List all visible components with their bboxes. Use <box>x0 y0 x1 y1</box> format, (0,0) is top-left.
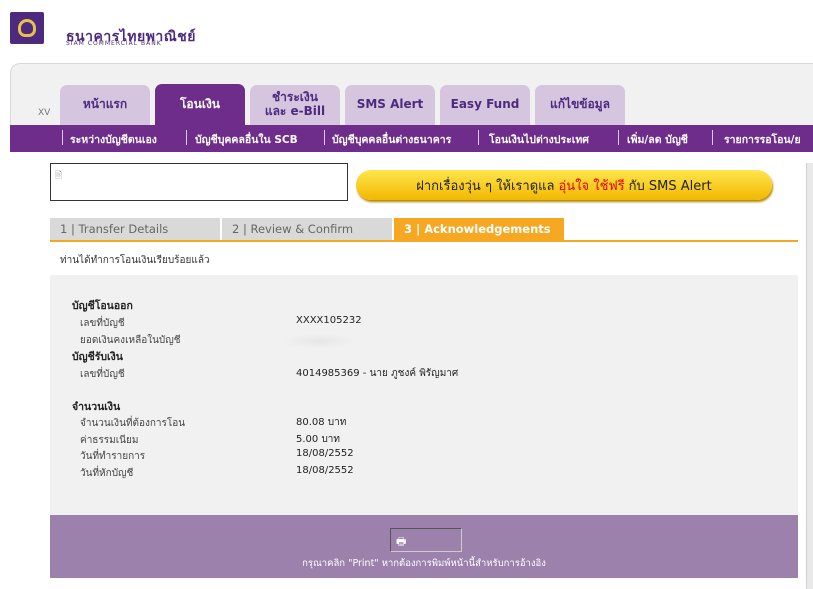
to-account-title: บัญชีรับเงิน <box>72 351 123 363</box>
subnav-international[interactable]: โอนเงินไปต่างประเทศ <box>489 131 589 148</box>
print-icon: 🖶 <box>396 535 407 548</box>
promo-text-end: กับ SMS Alert <box>628 178 712 194</box>
scrollbar[interactable] <box>806 163 813 589</box>
success-message: ท่านได้ทำการโอนเงินเรียบร้อยแล้ว <box>60 255 210 266</box>
subnav-divider <box>618 130 619 145</box>
step-acknowledgements: 3 | Acknowledgements <box>394 218 564 240</box>
tab-sms-alert[interactable]: SMS Alert <box>345 85 435 125</box>
transfer-amount: 80.08 บาท <box>296 417 347 428</box>
transfer-amount-label: จำนวนเงินที่ต้องการโอน <box>80 418 186 429</box>
from-account-balance-label: ยอดเงินคงเหลือในบัญชี <box>80 335 181 346</box>
version-label: XV <box>38 108 51 118</box>
print-instruction: กรุณาคลิก "Print" หากต้องการพิมพ์หน้านี้… <box>302 558 546 569</box>
to-account-number-label: เลขที่บัญชี <box>80 369 125 380</box>
from-account-number: XXXX105232 <box>296 315 362 326</box>
tab-transfer[interactable]: โอนเงิน <box>155 84 245 126</box>
debit-date: 18/08/2552 <box>296 465 354 476</box>
subnav-divider <box>324 130 325 145</box>
tab-home[interactable]: หน้าแรก <box>60 85 150 125</box>
from-account-title: บัญชีโอนออก <box>72 300 133 312</box>
fee-amount: 5.00 บาท <box>296 434 340 445</box>
subnav-pending-transfers[interactable]: รายการรอโอน/ย <box>724 131 801 148</box>
to-account-number: 4014985369 - นาย ภูชงค์ พิรัญมาศ <box>296 368 459 379</box>
promo-text: ฝากเรื่องวุ่น ๆ ให้เราดูแล <box>416 178 555 194</box>
balance-redacted <box>284 334 354 348</box>
subnav-other-scb[interactable]: บัญชีบุคคลอื่นใน SCB <box>195 131 298 148</box>
tab-payment-ebill[interactable]: ชำระเงิน และ e-Bill <box>250 85 340 125</box>
subnav-own-accounts[interactable]: ระหว่างบัญชีตนเอง <box>70 131 157 148</box>
transaction-details-panel <box>50 275 798 515</box>
tab-easy-fund[interactable]: Easy Fund <box>440 85 530 125</box>
fee-label: ค่าธรรมเนียม <box>80 435 139 446</box>
amount-title: จำนวนเงิน <box>72 401 121 413</box>
scb-logo-icon <box>10 12 44 44</box>
ad-placeholder <box>50 163 348 201</box>
subnav-manage-accounts[interactable]: เพิ่ม/ลด บัญชี <box>627 131 688 148</box>
brand-name-en: SIAM COMMERCIAL BANK <box>66 40 162 47</box>
broken-image-icon: 🖹 <box>55 171 63 181</box>
tab-edit-profile[interactable]: แก้ไขข้อมูล <box>535 85 625 125</box>
step-transfer-details: 1 | Transfer Details <box>50 218 220 240</box>
transaction-date-label: วันที่ทำรายการ <box>80 451 146 462</box>
transaction-date: 18/08/2552 <box>296 448 354 459</box>
subnav-divider <box>712 130 713 145</box>
subnav-other-bank[interactable]: บัญชีบุคคลอื่นต่างธนาคาร <box>332 131 451 148</box>
sms-alert-promo-banner[interactable]: ฝากเรื่องวุ่น ๆ ให้เราดูแล อุ่นใจ ใช้ฟรี… <box>356 170 772 200</box>
from-account-number-label: เลขที่บัญชี <box>80 318 125 329</box>
debit-date-label: วันที่หักบัญชี <box>80 468 134 479</box>
subnav-divider <box>186 130 187 145</box>
step-underline <box>50 240 798 242</box>
subnav-divider <box>62 130 63 145</box>
step-review-confirm: 2 | Review & Confirm <box>222 218 392 240</box>
promo-highlight: อุ่นใจ ใช้ฟรี <box>558 178 625 194</box>
subnav-divider <box>478 130 479 145</box>
